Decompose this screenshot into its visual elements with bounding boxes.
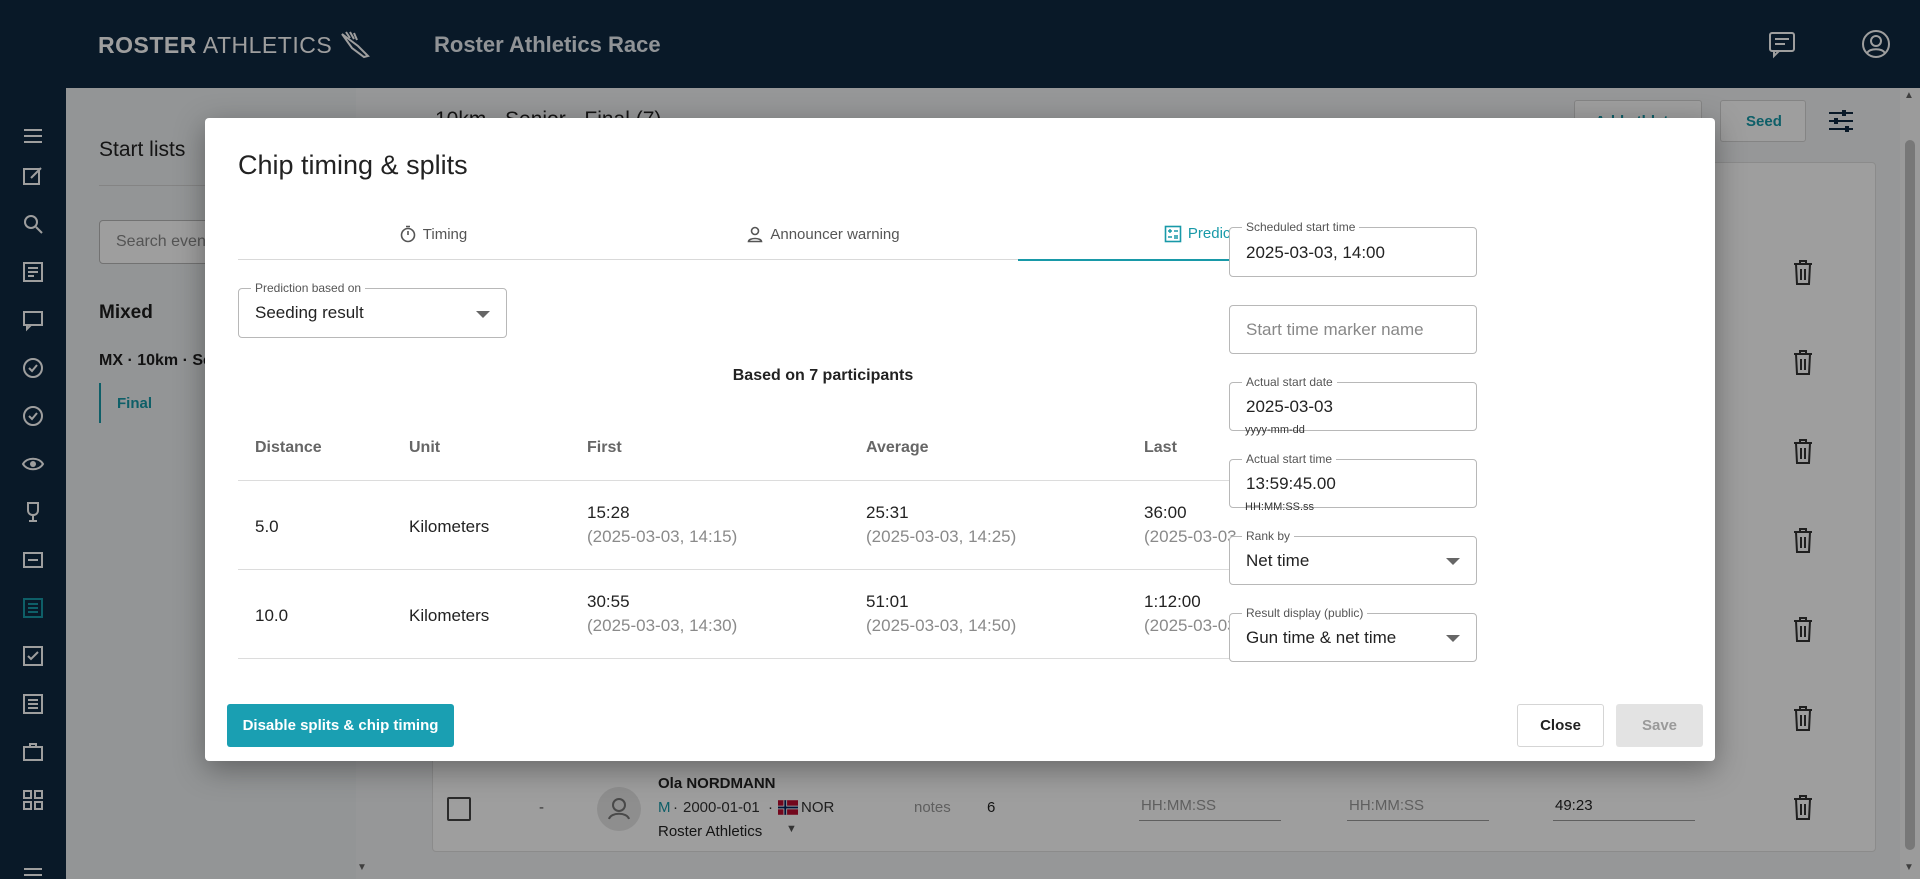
start-marker-name-input[interactable]: Start time marker name <box>1229 305 1477 354</box>
tab-timing-label: Timing <box>422 225 468 243</box>
cell-first-clock: (2025-03-03, 14:30) <box>587 616 738 635</box>
column-header-last: Last <box>1144 439 1177 456</box>
dropdown-arrow-icon <box>1446 558 1460 565</box>
actual-start-date-label: Actual start date <box>1242 375 1337 389</box>
rank-by-label: Rank by <box>1242 529 1295 543</box>
cell-average-clock: (2025-03-03, 14:50) <box>866 616 1017 635</box>
cell-first: 30:55 (2025-03-03, 14:30) <box>587 592 737 636</box>
cell-first-time: 30:55 <box>587 592 630 611</box>
scheduled-start-field[interactable]: Scheduled start time 2025-03-03, 14:00 <box>1229 220 1477 277</box>
cell-distance: 5.0 <box>255 517 279 536</box>
cell-first-clock: (2025-03-03, 14:15) <box>587 527 738 546</box>
dropdown-arrow-icon <box>1446 635 1460 642</box>
predictions-icon <box>1164 225 1182 242</box>
cell-average-time: 51:01 <box>866 592 909 611</box>
column-header-unit: Unit <box>409 439 441 456</box>
cell-average-time: 25:31 <box>866 503 909 522</box>
chip-timing-dialog: Chip timing & splits Timing Announcer wa… <box>205 118 1715 761</box>
scheduled-start-value: 2025-03-03, 14:00 <box>1246 243 1385 262</box>
tab-announcer-label: Announcer warning <box>770 225 900 243</box>
actual-start-time-label: Actual start time <box>1242 452 1337 466</box>
column-header-average: Average <box>866 439 929 456</box>
rank-by-value: Net time <box>1246 551 1310 570</box>
cell-unit: Kilometers <box>409 606 490 625</box>
column-header-first: First <box>587 439 622 456</box>
actual-start-time-value: 13:59:45.00 <box>1246 474 1336 493</box>
prediction-basis-value: Seeding result <box>255 303 364 322</box>
cell-average: 25:31 (2025-03-03, 14:25) <box>866 503 1016 547</box>
disable-splits-button[interactable]: Disable splits & chip timing <box>227 704 454 747</box>
cell-average-clock: (2025-03-03, 14:25) <box>866 527 1017 546</box>
save-button[interactable]: Save <box>1616 704 1703 747</box>
result-display-value: Gun time & net time <box>1246 628 1397 647</box>
tab-announcer-warning[interactable]: Announcer warning <box>628 208 1018 260</box>
scheduled-start-label: Scheduled start time <box>1242 220 1360 234</box>
person-icon <box>747 226 763 243</box>
cell-first-time: 15:28 <box>587 503 630 522</box>
date-format-hint: yyyy-mm-dd <box>1245 424 1305 436</box>
result-display-label: Result display (public) <box>1242 606 1368 620</box>
cell-first: 15:28 (2025-03-03, 14:15) <box>587 503 737 547</box>
time-format-hint: HH:MM:SS.ss <box>1245 501 1315 513</box>
start-marker-name-placeholder: Start time marker name <box>1246 320 1424 339</box>
column-header-distance: Distance <box>255 439 322 456</box>
cell-distance: 10.0 <box>255 606 289 625</box>
cell-unit: Kilometers <box>409 517 490 536</box>
actual-start-date-value: 2025-03-03 <box>1246 397 1333 416</box>
cell-average: 51:01 (2025-03-03, 14:50) <box>866 592 1016 636</box>
close-button[interactable]: Close <box>1517 704 1604 747</box>
prediction-basis-label: Prediction based on <box>251 281 366 295</box>
rank-by-select[interactable]: Rank by Net time <box>1229 529 1477 585</box>
dialog-title: Chip timing & splits <box>238 150 468 180</box>
result-display-select[interactable]: Result display (public) Gun time & net t… <box>1229 606 1477 662</box>
dropdown-arrow-icon <box>476 311 490 318</box>
prediction-basis-select[interactable]: Prediction based on Seeding result <box>238 281 507 338</box>
tab-timing[interactable]: Timing <box>238 208 628 260</box>
stopwatch-icon <box>400 225 416 243</box>
